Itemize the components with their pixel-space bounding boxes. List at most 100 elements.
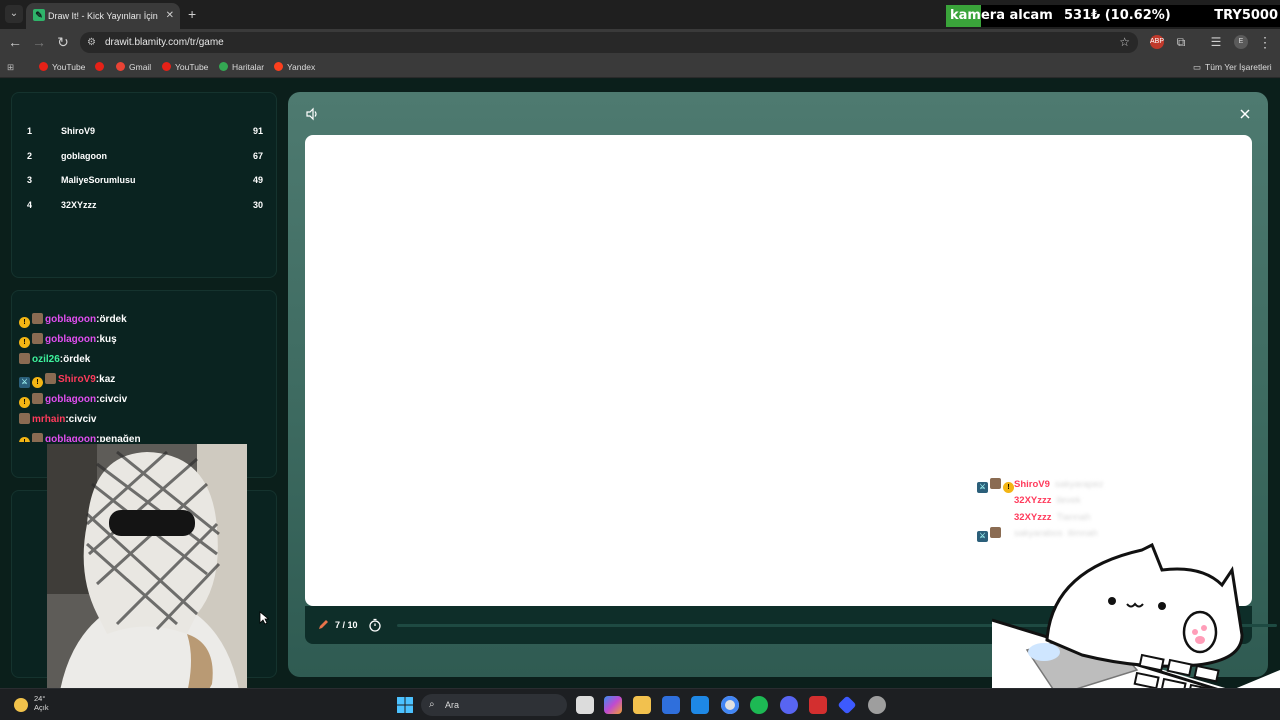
chat-username[interactable]: mrhain	[32, 414, 65, 425]
guess-text: ilevek	[1056, 495, 1081, 507]
reload-icon[interactable]: ↻	[54, 33, 72, 51]
forward-icon[interactable]: →	[30, 33, 48, 51]
chat-username[interactable]: goblagoon	[45, 314, 96, 325]
bookmark-star-icon[interactable]: ☆	[1119, 34, 1130, 50]
leaderboard-rank: 2	[27, 150, 33, 161]
tab-search-button[interactable]: ⌄	[5, 5, 23, 23]
chat-username[interactable]: ShiroV9	[58, 374, 96, 385]
youtube-icon	[162, 62, 171, 71]
guess-username: ShiroV9	[1014, 479, 1050, 490]
gold-badge-icon: !	[19, 437, 30, 442]
leaderboard-score: 30	[252, 199, 263, 210]
sword-badge-icon: ⚔	[977, 530, 988, 542]
leaderboard-row: 3 MaliyeSorumlusu 49	[27, 173, 263, 187]
more-menu-icon[interactable]: ⋮	[1256, 33, 1274, 51]
chat-message-text: :kuş	[96, 334, 117, 345]
chat-username[interactable]: goblagoon	[45, 334, 96, 345]
leaderboard-player-name: MaliyeSorumlusu	[61, 175, 136, 185]
leaderboard-score: 91	[252, 126, 263, 136]
app-diamond-icon[interactable]	[837, 695, 857, 715]
round-counter: 7 / 10	[335, 620, 358, 630]
windows-taskbar: 24° Açık ⌕ Ara	[0, 688, 1280, 720]
guess-username: sakyarabos	[1014, 527, 1063, 539]
spotify-icon[interactable]	[750, 696, 768, 714]
bookmark-youtube-2[interactable]: YouTube	[162, 60, 208, 74]
pic-badge-icon	[19, 353, 30, 364]
pic-badge-icon	[32, 313, 43, 324]
search-icon: ⌕	[429, 699, 435, 710]
chat-username[interactable]: goblagoon	[45, 434, 96, 442]
address-bar[interactable]: ⚙ drawit.blamity.com/tr/game ☆	[80, 32, 1138, 53]
tab-close-icon[interactable]: ✕	[166, 9, 174, 23]
copilot-icon[interactable]	[604, 696, 622, 714]
all-bookmarks-folder[interactable]: ▭ Tüm Yer İşaretleri	[1193, 60, 1272, 74]
app-red-icon[interactable]	[809, 696, 827, 714]
yandex-icon	[274, 62, 283, 71]
weather-moon-icon[interactable]	[14, 698, 28, 712]
guess-entry: ⚔! ShiroV9 sakyarapez	[977, 478, 1104, 493]
gold-badge-icon: !	[32, 377, 43, 388]
leaderboard-player-name: 32XYzzz	[61, 199, 97, 210]
leaderboard-row: 2 goblagoon 67	[27, 149, 263, 163]
pencil-icon	[319, 620, 328, 629]
chat-message-text: :kaz	[95, 374, 116, 385]
leaderboard-rank: 4	[27, 199, 33, 210]
apps-grid-icon[interactable]: ⊞	[7, 60, 14, 74]
sword-badge-icon: ⚔	[977, 482, 988, 493]
browser-toolbar: ← → ↻ ⚙ drawit.blamity.com/tr/game ☆ ABP…	[0, 29, 1280, 56]
file-explorer-icon[interactable]	[633, 696, 651, 714]
extensions-puzzle-icon[interactable]: ⧉	[1172, 33, 1190, 51]
youtube-icon	[95, 62, 104, 71]
chat-message: ! goblagoon:civciv	[19, 393, 128, 408]
browser-tab[interactable]: ✎ Draw It! - Kick Yayınları İçin Çizim ✕	[26, 3, 180, 29]
back-icon[interactable]: ←	[6, 33, 24, 51]
drawit-favicon-icon: ✎	[33, 9, 45, 21]
site-info-icon[interactable]: ⚙	[87, 35, 96, 50]
leaderboard-rank: 3	[27, 175, 33, 185]
guess-text: ilimnah	[1067, 527, 1098, 539]
sword-badge-icon: ⚔	[19, 377, 30, 388]
discord-icon[interactable]	[780, 696, 798, 714]
screen: ⌄ ✎ Draw It! - Kick Yayınları İçin Çizim…	[0, 0, 1280, 720]
pic-badge-icon	[32, 433, 43, 442]
profile-avatar[interactable]: E	[1234, 35, 1248, 49]
chat-username[interactable]: goblagoon	[45, 394, 96, 405]
leaderboard-row: 1 ShiroV9 91	[27, 124, 263, 138]
chat-username[interactable]: ozil26	[32, 354, 60, 365]
drawing-canvas[interactable]	[305, 135, 1252, 606]
bookmark-gmail[interactable]: Gmail	[116, 60, 151, 74]
bookmark-yandex[interactable]: Yandex	[274, 60, 315, 74]
adblock-extension-icon[interactable]: ABP	[1150, 35, 1164, 49]
chat-message-text: :ördek	[59, 354, 91, 365]
reading-list-icon[interactable]: ☰	[1207, 33, 1225, 51]
chat-message-text: :ördek	[96, 314, 127, 325]
chat-message: ozil26:ördek	[19, 353, 90, 367]
microsoft-store-icon[interactable]	[662, 696, 680, 714]
weather-widget[interactable]: 24° Açık	[34, 694, 49, 712]
chat-message: ! goblagoon:penağen	[19, 433, 141, 442]
taskbar-search[interactable]: ⌕ Ara	[421, 694, 567, 716]
chat-message: ! goblagoon:kuş	[19, 333, 117, 348]
folder-icon: ▭	[1193, 62, 1202, 72]
pic-badge-icon	[45, 373, 56, 384]
windows-start-icon[interactable]	[396, 696, 414, 714]
chat-message-text: :civciv	[96, 394, 128, 405]
bookmark-youtube-1[interactable]: YouTube	[39, 60, 85, 74]
sound-icon[interactable]	[305, 107, 319, 121]
bookmark-maps[interactable]: Haritalar	[219, 60, 264, 74]
gold-badge-icon: !	[19, 397, 30, 408]
timer-icon	[369, 618, 381, 632]
mail-icon[interactable]	[691, 696, 709, 714]
guess-entry: ⚔ sakyarabos ilimnah	[977, 526, 1098, 542]
close-game-icon[interactable]	[1240, 109, 1250, 119]
chat-message-text: :civciv	[65, 414, 97, 425]
task-view-icon[interactable]	[576, 696, 594, 714]
settings-gear-icon[interactable]	[868, 696, 886, 714]
bookmarks-bar: ⊞ YouTube Gmail YouTube Haritalar Yandex…	[0, 56, 1280, 78]
guess-text: Tiannah	[1056, 511, 1091, 523]
new-tab-button[interactable]: +	[188, 5, 196, 23]
bookmark-youtube-channel[interactable]	[95, 60, 108, 74]
youtube-icon	[39, 62, 48, 71]
chrome-icon[interactable]	[721, 696, 739, 714]
guess-username: 32XYzzz	[1014, 495, 1052, 507]
